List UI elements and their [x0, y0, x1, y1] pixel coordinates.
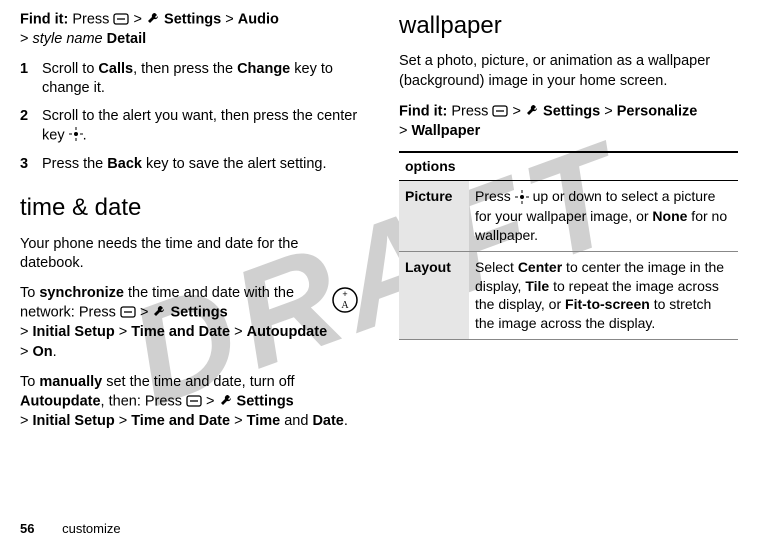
wrench-icon	[152, 303, 166, 323]
sync-bold: synchronize	[39, 285, 124, 301]
section-time-date: time & date	[20, 192, 359, 224]
find-it-audio: Find it: Press > Settings > Audio > styl…	[20, 10, 359, 50]
find-it-label: Find it:	[20, 12, 68, 28]
row-picture-none: None	[652, 208, 687, 224]
sync-on: On	[33, 344, 53, 360]
center-key-icon	[69, 126, 83, 146]
detail-label: Detail	[107, 31, 147, 47]
step-1-change: Change	[237, 61, 290, 77]
manual-date: Date	[312, 413, 343, 429]
manual-autoupdate: Autoupdate	[20, 394, 101, 410]
wallpaper-intro: Set a photo, picture, or animation as a …	[399, 52, 738, 91]
find-it-press: Press	[451, 103, 488, 119]
step-1-text-b: , then press the	[133, 61, 237, 77]
manual-settings: Settings	[237, 394, 294, 410]
manual-then: , then: Press	[101, 394, 186, 410]
find-it-press: Press	[72, 12, 109, 28]
options-table: options Picture Press up or down to sele…	[399, 151, 738, 340]
wp-personalize: Personalize	[617, 103, 698, 119]
step-3-num: 3	[20, 155, 32, 175]
row-layout-center: Center	[518, 259, 562, 275]
manual-post: set the time and date, turn off	[102, 374, 294, 390]
step-2-num: 2	[20, 107, 32, 147]
options-header: options	[399, 152, 738, 180]
left-column: Find it: Press > Settings > Audio > styl…	[20, 10, 359, 548]
timedate-intro: Your phone needs the time and date for t…	[20, 235, 359, 274]
row-picture-desc: Press up or down to select a picture for…	[469, 181, 738, 252]
wrench-icon	[525, 102, 539, 122]
wrench-icon	[219, 392, 233, 412]
svg-text:+: +	[342, 289, 347, 299]
row-layout-label: Layout	[399, 251, 469, 340]
step-2-text-end: .	[83, 128, 87, 144]
step-1-num: 1	[20, 60, 32, 99]
row-layout-tile: Tile	[525, 278, 549, 294]
wp-settings: Settings	[543, 103, 600, 119]
table-row: Layout Select Center to center the image…	[399, 251, 738, 340]
wp-wallpaper: Wallpaper	[412, 123, 481, 139]
manual-time: Time	[247, 413, 281, 429]
svg-text:A: A	[341, 300, 349, 311]
settings-label: Settings	[164, 12, 221, 28]
step-1-calls: Calls	[98, 61, 133, 77]
manual-bold: manually	[39, 374, 102, 390]
sync-settings: Settings	[170, 305, 227, 321]
step-1-text-a: Scroll to	[42, 61, 98, 77]
step-3-back: Back	[107, 156, 142, 172]
manual-initial: Initial Setup	[33, 413, 115, 429]
sync-pre: To	[20, 285, 39, 301]
step-2: 2 Scroll to the alert you want, then pre…	[20, 107, 359, 147]
nav-key-icon	[515, 188, 529, 207]
find-it-label: Find it:	[399, 103, 447, 119]
row-picture-label: Picture	[399, 181, 469, 252]
manual-and: and	[280, 413, 312, 429]
step-2-text: Scroll to the alert you want, then press…	[42, 108, 357, 144]
row-picture-pre: Press	[475, 188, 515, 204]
step-3-text-b: key to save the alert setting.	[142, 156, 327, 172]
row-layout-fit: Fit-to-screen	[565, 296, 650, 312]
step-3: 3 Press the Back key to save the alert s…	[20, 155, 359, 175]
sync-autoupdate: Autoupdate	[247, 324, 328, 340]
right-column: wallpaper Set a photo, picture, or anima…	[399, 10, 738, 548]
audio-label: Audio	[238, 12, 279, 28]
manual-timedate: Time and Date	[131, 413, 230, 429]
manual-paragraph: To manually set the time and date, turn …	[20, 373, 359, 432]
sync-paragraph: +A To synchronize the time and date with…	[20, 284, 359, 363]
wrench-icon	[146, 10, 160, 30]
menu-key-icon	[120, 303, 136, 323]
row-layout-desc: Select Center to center the image in the…	[469, 251, 738, 340]
menu-key-icon	[113, 10, 129, 30]
sync-initial: Initial Setup	[33, 324, 115, 340]
style-name: style name	[33, 31, 103, 47]
section-wallpaper: wallpaper	[399, 10, 738, 42]
sync-timedate: Time and Date	[131, 324, 230, 340]
table-row: Picture Press up or down to select a pic…	[399, 181, 738, 252]
menu-key-icon	[186, 392, 202, 412]
row-layout-pre: Select	[475, 259, 518, 275]
step-1: 1 Scroll to Calls, then press the Change…	[20, 60, 359, 99]
menu-key-icon	[492, 102, 508, 122]
find-it-wallpaper: Find it: Press > Settings > Personalize …	[399, 102, 738, 142]
step-3-text-a: Press the	[42, 156, 107, 172]
manual-pre: To	[20, 374, 39, 390]
sync-icon: +A	[331, 286, 359, 321]
